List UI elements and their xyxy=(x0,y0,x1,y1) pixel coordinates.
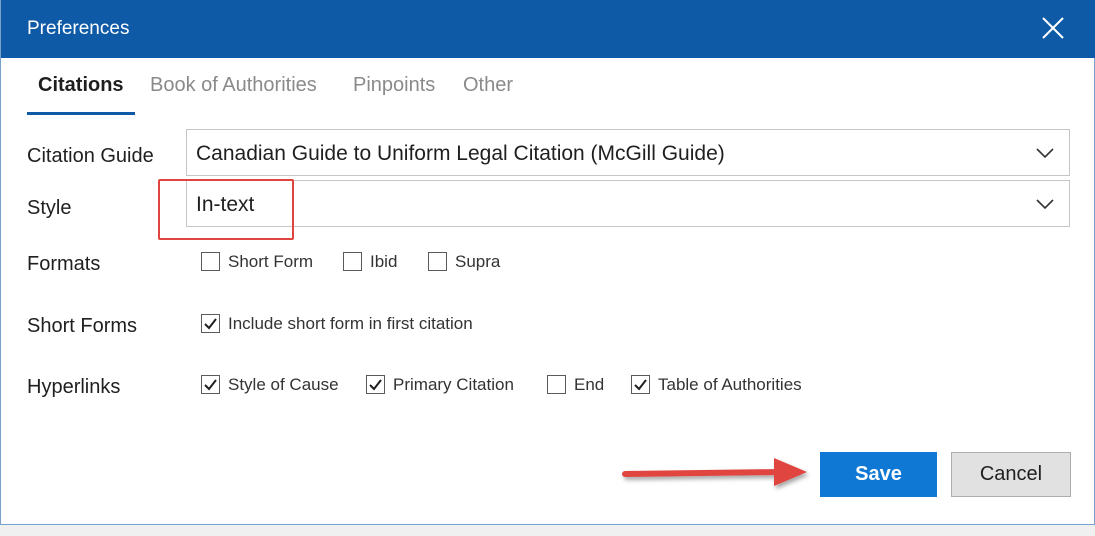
background-strip xyxy=(0,525,1095,536)
formats-label: Formats xyxy=(27,253,101,275)
style-of-cause-label: Style of Cause xyxy=(228,375,339,394)
citation-guide-label: Citation Guide xyxy=(27,145,154,167)
tab-book-of-authorities[interactable]: Book of Authorities xyxy=(150,74,317,97)
tab-pinpoints[interactable]: Pinpoints xyxy=(353,74,435,97)
checkmark-icon xyxy=(204,318,217,330)
table-of-authorities-label: Table of Authorities xyxy=(658,375,802,394)
checkmark-icon xyxy=(204,379,217,391)
supra-label: Supra xyxy=(455,252,501,271)
checkbox-box xyxy=(428,252,447,271)
tab-bar: Citations Book of Authorities Pinpoints … xyxy=(27,70,627,115)
checkbox-box xyxy=(201,375,220,394)
cancel-button[interactable]: Cancel xyxy=(951,452,1071,497)
checkbox-box xyxy=(201,314,220,333)
include-short-form-label: Include short form in first citation xyxy=(228,314,473,333)
checkbox-box xyxy=(631,375,650,394)
hyperlinks-label: Hyperlinks xyxy=(27,376,121,398)
checkbox-box xyxy=(366,375,385,394)
checkmark-icon xyxy=(634,379,647,391)
citation-guide-select[interactable]: Canadian Guide to Uniform Legal Citation… xyxy=(186,129,1070,176)
close-button[interactable] xyxy=(1031,8,1075,50)
active-tab-indicator xyxy=(27,112,135,115)
title-bar: Preferences xyxy=(1,0,1095,58)
chevron-down-icon xyxy=(1036,148,1054,159)
annotation-arrow-icon xyxy=(622,458,807,486)
checkmark-icon xyxy=(369,379,382,391)
window-title: Preferences xyxy=(27,18,130,39)
checkbox-box xyxy=(547,375,566,394)
citation-guide-value: Canadian Guide to Uniform Legal Citation… xyxy=(196,142,725,165)
end-label: End xyxy=(574,375,605,394)
checkbox-box xyxy=(343,252,362,271)
preferences-dialog: Preferences Citations Book of Authoritie… xyxy=(0,0,1095,525)
chevron-down-icon xyxy=(1036,199,1054,210)
checkbox-box xyxy=(201,252,220,271)
ibid-label: Ibid xyxy=(370,252,398,271)
short-forms-label: Short Forms xyxy=(27,315,138,337)
style-select[interactable]: In-text xyxy=(186,180,1070,227)
style-label: Style xyxy=(27,197,72,219)
close-icon xyxy=(1042,17,1064,39)
style-value: In-text xyxy=(196,193,255,216)
tab-other[interactable]: Other xyxy=(463,74,513,97)
short-form-label: Short Form xyxy=(228,252,314,271)
tab-citations[interactable]: Citations xyxy=(38,74,124,97)
save-button[interactable]: Save xyxy=(820,452,937,497)
primary-citation-label: Primary Citation xyxy=(393,375,514,394)
